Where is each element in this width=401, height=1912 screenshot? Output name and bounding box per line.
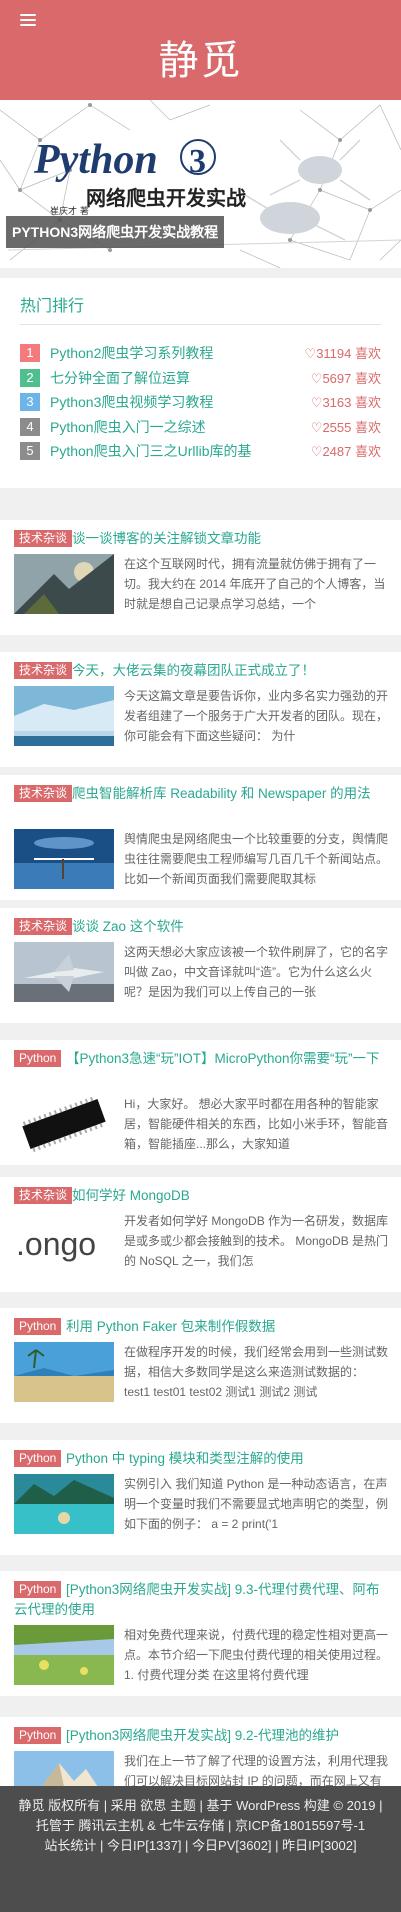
footer-copyright: 静觅 版权所有 | 采用 欲思 主题 | 基于 WordPress 构建 © 2… — [18, 1798, 383, 1833]
post-card: 技术杂谈 爬虫智能解析库 Readability 和 Newspaper 的用法舆… — [0, 775, 401, 900]
hot-item-link[interactable]: 七分钟全面了解位运算 — [50, 368, 190, 388]
post-excerpt: 在这个互联网时代，拥有流量就仿佛于拥有了一切。我大约在 2014 年底开了自己的… — [124, 557, 386, 611]
footer-stats: 站长统计 | 今日IP[1337] | 今日PV[3602] | 昨日IP[30… — [44, 1838, 357, 1853]
svg-text:3: 3 — [189, 143, 206, 180]
post-card: 技术杂谈 谈谈 Zao 这个软件 这两天想必大家应该被一个软件刷屏了，它的名字叫做 … — [0, 908, 401, 1023]
hot-item-link[interactable]: Python爬虫入门一之综述 — [50, 417, 206, 437]
post-excerpt: 在做程序开发的时候，我们经常会用到一些测试数据，相信大多数同学是这么来造测试数据… — [124, 1345, 389, 1399]
rank-badge: 4 — [20, 417, 40, 436]
likes-count: ♡3163 喜欢 — [310, 395, 381, 410]
hot-item-link[interactable]: Python3爬虫视频学习教程 — [50, 392, 213, 412]
post-thumbnail[interactable] — [14, 1094, 114, 1154]
hot-ranking-item[interactable]: 1 Python2爬虫学习系列教程 ♡31194 喜欢 — [20, 340, 381, 364]
post-title-link[interactable]: [Python3网络爬虫开发实战] 9.2-代理池的维护 — [14, 1726, 381, 1746]
rank-badge: 3 — [20, 393, 40, 411]
post-thumbnail[interactable] — [14, 942, 114, 1002]
post-thumbnail[interactable] — [14, 686, 114, 746]
heart-icon: ♡ — [310, 395, 323, 410]
post-excerpt: 这两天想必大家应该被一个软件刷屏了，它的名字叫做 Zao，中文音译就叫“造”。它… — [124, 945, 389, 999]
post-title-link[interactable]: 谈谈 Zao 这个软件 — [14, 917, 381, 937]
post-card: Python [Python3网络爬虫开发实战] 9.3-代理付费代理、阿布云代理… — [0, 1571, 401, 1696]
post-title-link[interactable]: [Python3网络爬虫开发实战] 9.3-代理付费代理、阿布云代理的使用 — [14, 1580, 381, 1620]
post-excerpt: 相对免费代理来说，付费代理的稳定性相对更高一点。本节介绍一下爬虫付费代理的相关使… — [124, 1628, 389, 1682]
post-thumbnail[interactable] — [14, 1474, 114, 1534]
hot-item-link[interactable]: Python爬虫入门三之Urllib库的基 — [50, 441, 251, 461]
post-card: 技术杂谈 如何学好 MongoDB .ongo 开发者如何学好 MongoDB 作为一… — [0, 1177, 401, 1292]
heart-icon: ♡ — [310, 370, 323, 386]
rank-badge: 5 — [20, 442, 40, 460]
hot-ranking-item[interactable]: 4 Python爬虫入门一之综述 ♡2555 喜欢 — [20, 414, 381, 438]
site-header: 静觅 — [0, 0, 401, 100]
post-thumbnail[interactable] — [14, 1342, 114, 1402]
hot-ranking-widget: 热门排行 1 Python2爬虫学习系列教程 ♡31194 喜欢 2 七分钟全面了解位运… — [0, 278, 401, 488]
likes-count: ♡5697 喜欢 — [310, 370, 381, 386]
featured-banner[interactable]: Python 3 网络爬虫开发实战 崔庆才 著 PYTHON3网络爬虫开发实战教… — [0, 100, 401, 268]
post-thumbnail[interactable] — [14, 1625, 114, 1685]
post-excerpt: 今天这篇文章是要告诉你，业内多名实力强劲的开发者组建了一个服务于广大开发者的团队… — [124, 689, 389, 743]
post-card: Python 利用 Python Faker 包来制作假数据 在做程序开发的时候，我… — [0, 1308, 401, 1423]
post-title-link[interactable]: 今天，大佬云集的夜幕团队正式成立了！ — [14, 661, 381, 681]
banner-subtitle: 网络爬虫开发实战 — [86, 186, 246, 210]
post-excerpt: Hi，大家好。 想必大家平时都在用各种的智能家居，智能硬件相关的东西，比如小米手… — [124, 1097, 389, 1151]
post-excerpt: 实例引入 我们知道 Python 是一种动态语言，在声明一个变量时我们不需要显式… — [124, 1477, 389, 1531]
post-card: 技术杂谈 谈一谈博客的关注解锁文章功能 在这个互联网时代，拥有流量就仿佛于拥有了一切… — [0, 520, 401, 635]
rank-badge: 1 — [20, 344, 40, 362]
post-thumbnail[interactable]: .ongo — [14, 1211, 114, 1271]
likes-count: ♡2487 喜欢 — [310, 444, 381, 459]
hot-ranking-title: 热门排行 — [20, 298, 85, 315]
likes-count: ♡2555 喜欢 — [310, 419, 381, 435]
site-title[interactable]: 静觅 — [0, 28, 401, 86]
heart-icon: ♡ — [310, 444, 323, 459]
post-title-link[interactable]: 利用 Python Faker 包来制作假数据 — [14, 1317, 381, 1337]
banner-caption[interactable]: PYTHON3网络爬虫开发实战教程 — [6, 216, 225, 248]
site-footer: 静觅 版权所有 | 采用 欲思 主题 | 基于 WordPress 构建 © 2… — [0, 1786, 401, 1912]
post-excerpt: 开发者如何学好 MongoDB 作为一名研发，数据库是或多或少都会接触到的技术。… — [124, 1214, 389, 1268]
post-title-link[interactable]: Python 中 typing 模块和类型注解的使用 — [14, 1449, 381, 1469]
rank-badge: 2 — [20, 368, 40, 387]
likes-count: ♡31194 喜欢 — [304, 346, 381, 361]
hot-ranking-item[interactable]: 5 Python爬虫入门三之Urllib库的基 ♡2487 喜欢 — [20, 438, 381, 462]
hot-ranking-item[interactable]: 3 Python3爬虫视频学习教程 ♡3163 喜欢 — [20, 389, 381, 413]
heart-icon: ♡ — [304, 346, 317, 361]
divider — [20, 324, 381, 325]
hot-ranking-item[interactable]: 2 七分钟全面了解位运算 ♡5697 喜欢 — [20, 365, 381, 389]
post-title-link[interactable]: 【Python3急速“玩”IOT】MicroPython你需要“玩”一下 — [14, 1049, 381, 1069]
post-title-link[interactable]: 如何学好 MongoDB — [14, 1186, 381, 1206]
post-card: Python 【Python3急速“玩”IOT】MicroPython你需要“玩”… — [0, 1040, 401, 1165]
hamburger-menu-icon[interactable] — [20, 14, 36, 27]
hot-item-link[interactable]: Python2爬虫学习系列教程 — [50, 343, 213, 363]
post-title-link[interactable]: 爬虫智能解析库 Readability 和 Newspaper 的用法 — [14, 784, 381, 804]
post-thumbnail[interactable] — [14, 829, 114, 889]
post-card: Python Python 中 typing 模块和类型注解的使用 实例引入 我们知… — [0, 1440, 401, 1555]
post-title-link[interactable]: 谈一谈博客的关注解锁文章功能 — [14, 529, 381, 549]
heart-icon: ♡ — [310, 419, 323, 435]
post-card: 技术杂谈 今天，大佬云集的夜幕团队正式成立了！ 今天这篇文章是要告诉你，业内多名实力… — [0, 652, 401, 767]
post-thumbnail[interactable] — [14, 554, 114, 614]
post-excerpt: 舆情爬虫是网络爬虫一个比较重要的分支，舆情爬虫往往需要爬虫工程师编写几百几千个新… — [124, 832, 389, 886]
banner-python-text: Python — [33, 137, 158, 183]
svg-text:.ongo: .ongo — [16, 1226, 96, 1262]
